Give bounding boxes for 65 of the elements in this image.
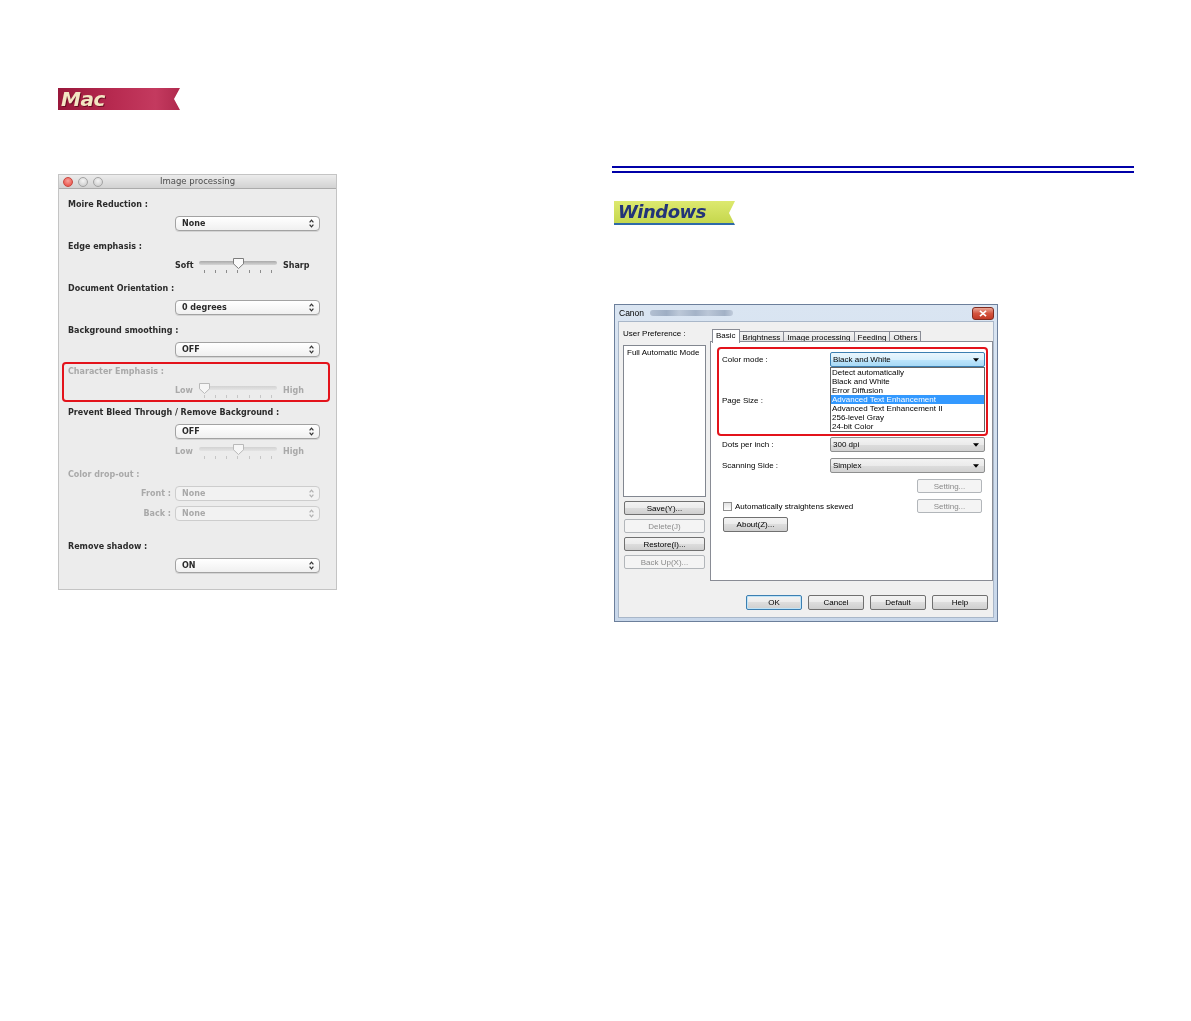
dropdown-option[interactable]: Black and White bbox=[831, 377, 984, 386]
about-button[interactable]: About(Z)... bbox=[723, 517, 788, 532]
setting-label: Document Orientation : bbox=[68, 283, 176, 295]
dropdown-option[interactable]: Error Diffusion bbox=[831, 386, 984, 395]
up-down-chevrons-icon bbox=[309, 345, 314, 354]
setting-label: Edge emphasis : bbox=[68, 241, 143, 253]
close-icon bbox=[979, 309, 987, 317]
caret-down-icon bbox=[973, 357, 979, 362]
slider-max-label: High bbox=[283, 446, 304, 458]
slider-max-label: High bbox=[283, 385, 304, 397]
window-title: Canon bbox=[619, 308, 645, 318]
caret-down-icon bbox=[973, 442, 979, 447]
up-down-chevrons-icon bbox=[309, 489, 314, 498]
popup-button[interactable]: 0 degrees bbox=[175, 300, 320, 315]
field-label: Scanning Side : bbox=[722, 460, 780, 472]
checkbox-label[interactable]: Automatically straightens skewed bbox=[735, 501, 854, 511]
default-button[interactable]: Default bbox=[870, 595, 926, 610]
popup-button[interactable]: ON bbox=[175, 558, 320, 573]
ok-button[interactable]: OK bbox=[746, 595, 802, 610]
setting-label: Remove shadow : bbox=[68, 541, 149, 553]
window-title: Image processing bbox=[158, 175, 237, 188]
setting-label: Character Emphasis : bbox=[68, 366, 165, 378]
checkbox[interactable] bbox=[723, 501, 732, 511]
tab[interactable]: Basic bbox=[712, 329, 740, 343]
close-button[interactable] bbox=[972, 306, 994, 320]
list-box[interactable]: Full Automatic Mode bbox=[623, 345, 706, 497]
setting-label: Prevent Bleed Through / Remove Background : bbox=[68, 407, 281, 419]
dropdown-option[interactable]: Detect automatically bbox=[831, 368, 984, 377]
dropdown-field[interactable]: Simplex bbox=[830, 458, 985, 473]
field-label: Dots per inch : bbox=[722, 439, 775, 451]
up-down-chevrons-icon bbox=[309, 509, 314, 518]
dropdown-option[interactable]: 256-level Gray bbox=[831, 413, 984, 422]
restore-button[interactable]: Restore(I)... bbox=[624, 537, 705, 551]
platform-banner: Mac bbox=[58, 88, 180, 110]
dropdown-field[interactable]: Black and White bbox=[830, 352, 985, 367]
up-down-chevrons-icon bbox=[309, 219, 314, 228]
setting-label: Moire Reduction : bbox=[68, 199, 149, 211]
caret-down-icon bbox=[973, 463, 979, 468]
up-down-chevrons-icon bbox=[309, 561, 314, 570]
list-item[interactable]: Full Automatic Mode bbox=[626, 348, 703, 358]
dropdown-field[interactable]: 300 dpi bbox=[830, 437, 985, 452]
save-button[interactable]: Save(Y)... bbox=[624, 501, 705, 515]
slider-min-label: Low bbox=[175, 385, 194, 397]
field-label: Color mode : bbox=[722, 354, 769, 366]
field-label: Page Size : bbox=[722, 395, 764, 407]
dropdown-option[interactable]: Advanced Text Enhancement II bbox=[831, 404, 984, 413]
popup-button[interactable]: OFF bbox=[175, 342, 320, 357]
popup-button[interactable]: OFF bbox=[175, 424, 320, 439]
up-down-chevrons-icon bbox=[309, 303, 314, 312]
popup-caption: Front : bbox=[141, 488, 172, 500]
slider-max-label: Sharp bbox=[283, 260, 310, 272]
help-button[interactable]: Help bbox=[932, 595, 988, 610]
up-down-chevrons-icon bbox=[309, 427, 314, 436]
setting-label: Color drop-out : bbox=[68, 469, 141, 481]
slider-track[interactable] bbox=[199, 258, 277, 273]
slider-thumb[interactable] bbox=[232, 258, 244, 269]
cancel-button[interactable]: Cancel bbox=[808, 595, 864, 610]
slider-min-label: Soft bbox=[175, 260, 195, 272]
list-label: User Preference : bbox=[623, 329, 687, 339]
slider-min-label: Low bbox=[175, 446, 194, 458]
setting-label: Background smoothing : bbox=[68, 325, 180, 337]
popup-caption: Back : bbox=[143, 508, 172, 520]
dropdown-option[interactable]: 24-bit Color bbox=[831, 422, 984, 431]
platform-banner: Windows bbox=[614, 201, 735, 225]
popup-button[interactable]: None bbox=[175, 216, 320, 231]
